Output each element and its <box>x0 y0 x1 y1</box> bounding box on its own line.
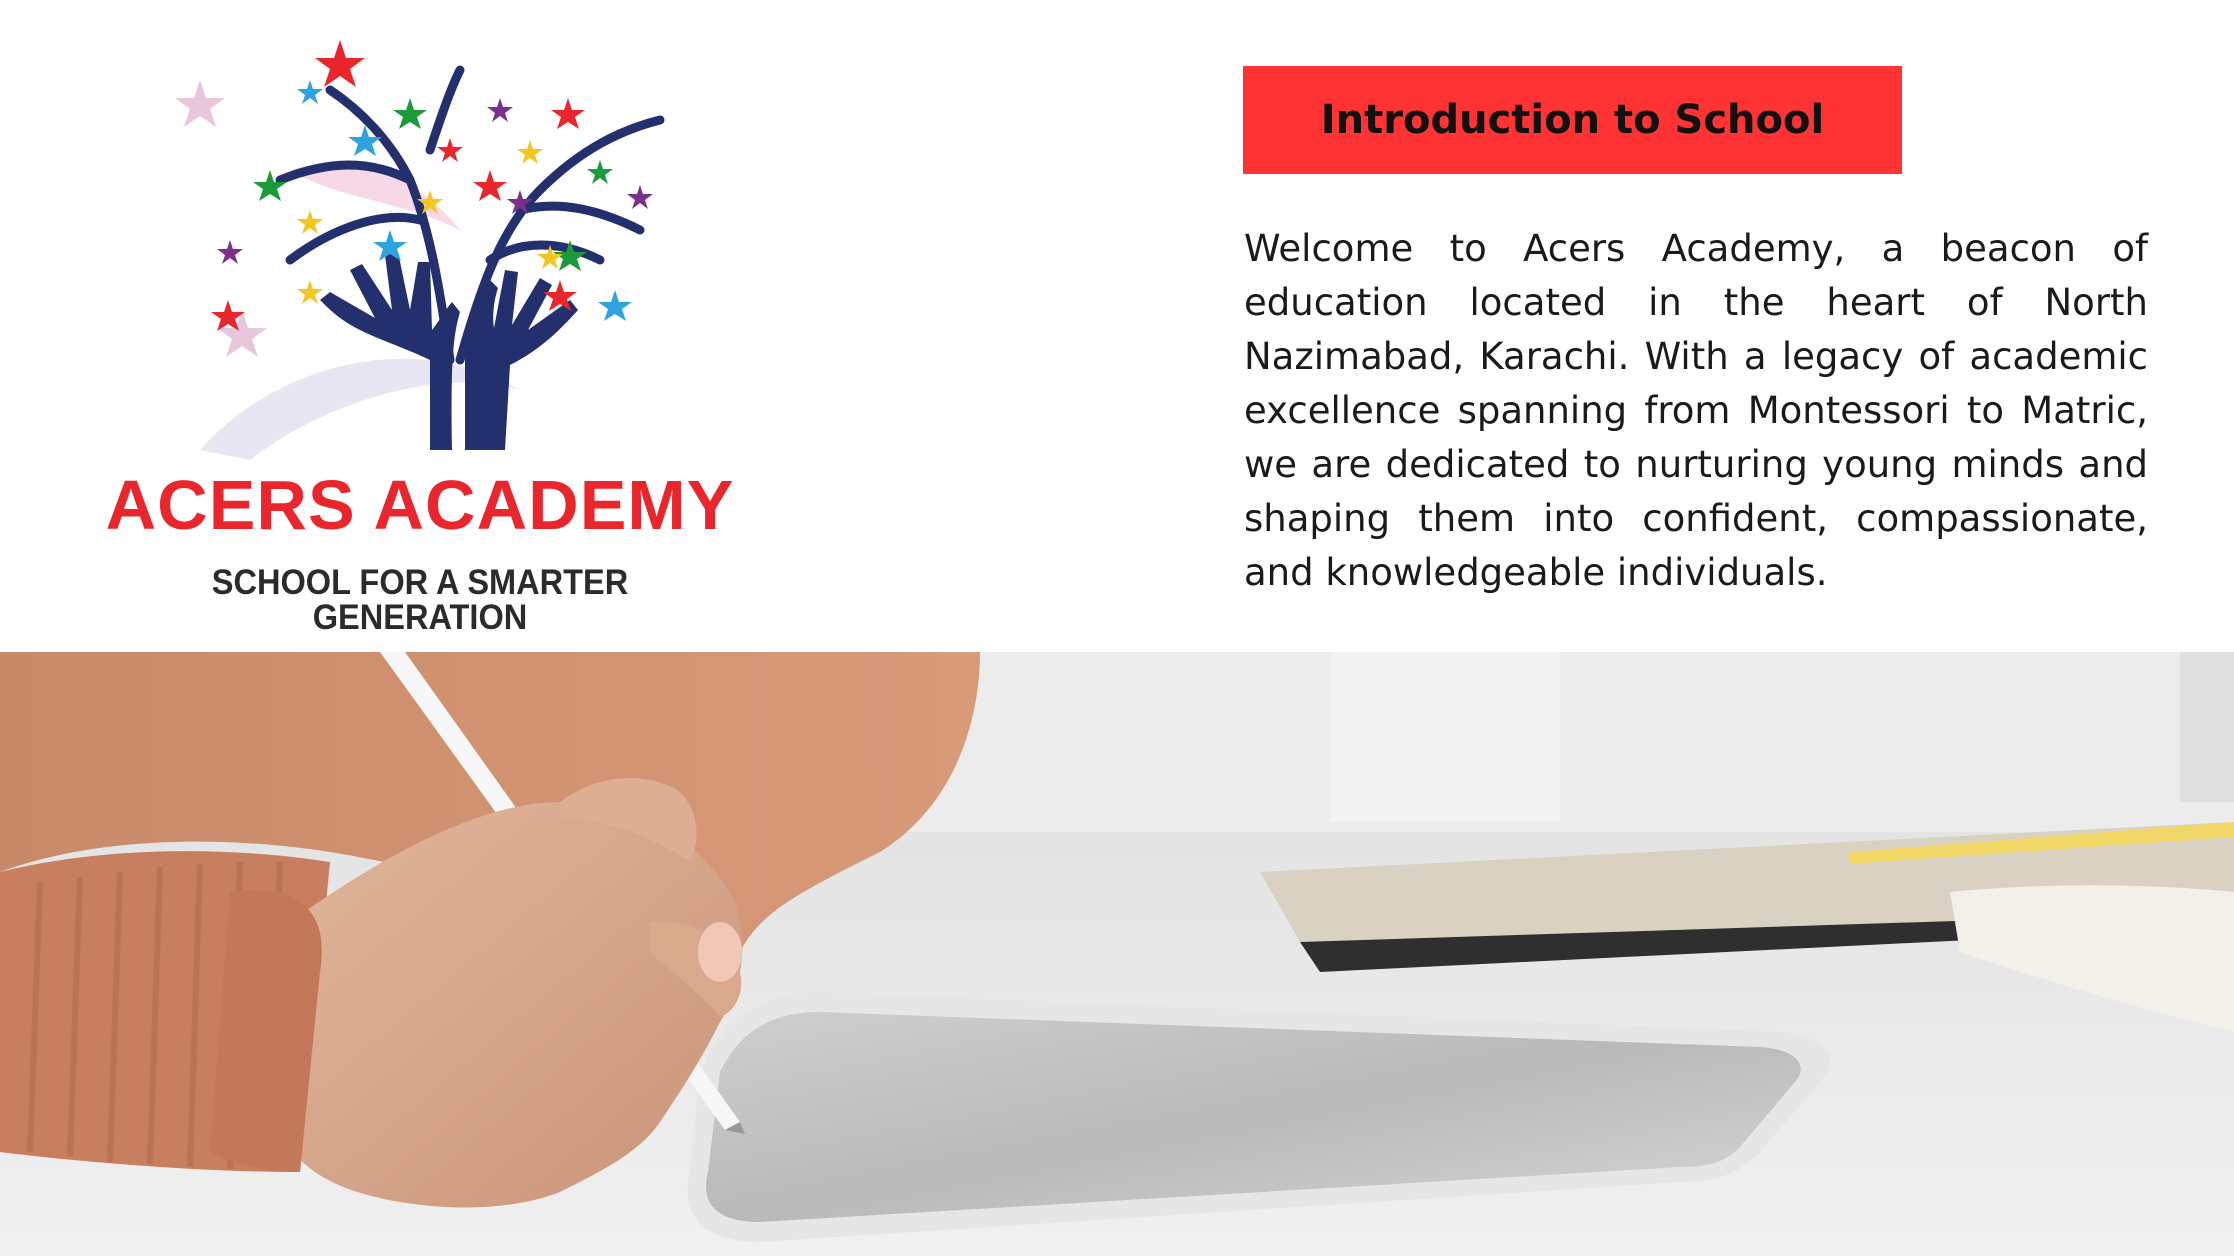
section-heading: Introduction to School <box>1320 97 1825 143</box>
top-section: ACERS ACADEMY SCHOOL FOR A SMARTER GENER… <box>0 0 2234 652</box>
intro-paragraph: Welcome to Acers Academy, a beacon of ed… <box>1244 227 2148 594</box>
school-name: ACERS ACADEMY <box>105 466 735 544</box>
student-writing-photo <box>0 652 2234 1256</box>
student-writing-on-tablet-photo <box>0 652 2234 1256</box>
tree-hands-icon <box>175 40 665 460</box>
school-tagline: SCHOOL FOR A SMARTER GENERATION <box>211 563 629 637</box>
school-logo: ACERS ACADEMY SCHOOL FOR A SMARTER GENER… <box>100 30 740 635</box>
section-heading-banner: Introduction to School <box>1243 66 1902 174</box>
